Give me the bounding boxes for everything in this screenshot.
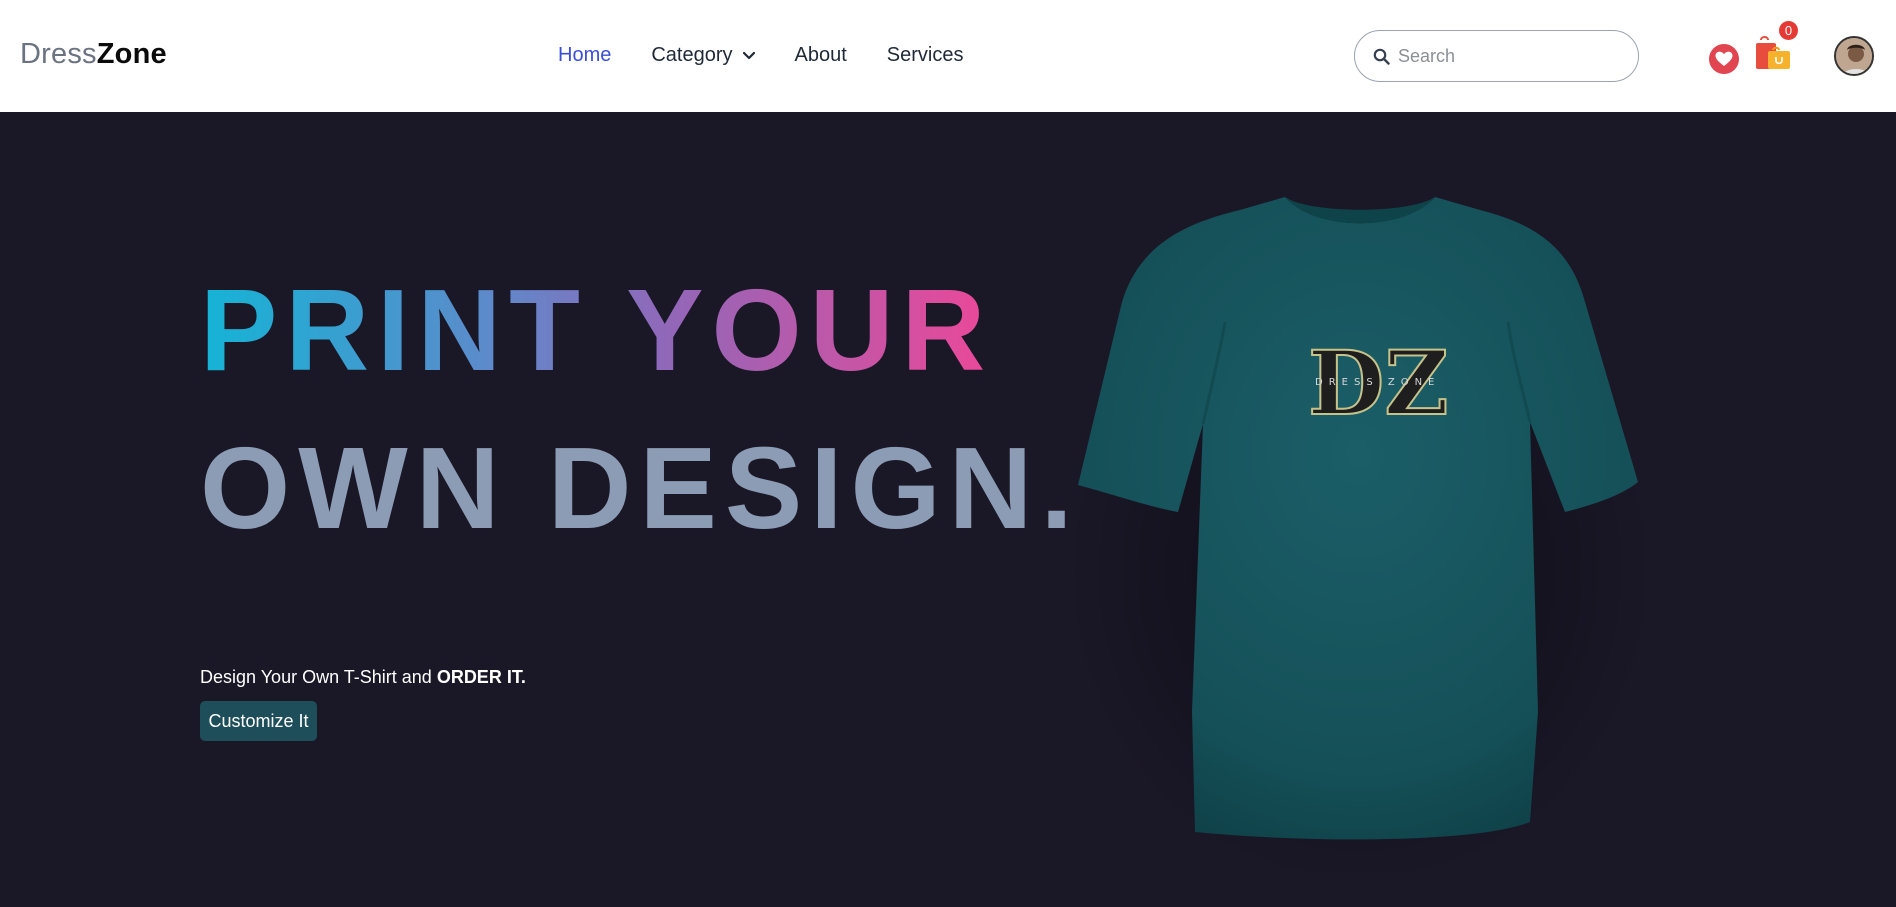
nav-about-label: About bbox=[794, 44, 847, 66]
shopping-bag-icon bbox=[1756, 36, 1790, 69]
nav-category-label: Category bbox=[651, 44, 733, 66]
nav-about[interactable]: About bbox=[795, 44, 847, 67]
nav-home[interactable]: Home bbox=[558, 44, 611, 67]
tshirt-image: DZ DRESS ZONE bbox=[1060, 197, 1660, 872]
hero-tagline: Design Your Own T-Shirt and ORDER IT. bbox=[200, 667, 526, 688]
customize-button[interactable]: Customize It bbox=[200, 701, 317, 741]
shirt-logo-subtext: DRESS ZONE bbox=[1315, 377, 1440, 388]
top-navbar: DressZone Home Category About Services S… bbox=[0, 0, 1896, 112]
search-icon bbox=[1373, 48, 1390, 65]
brand-logo[interactable]: DressZone bbox=[20, 38, 167, 71]
logo-light-text: Dress bbox=[20, 38, 97, 70]
chevron-down-icon bbox=[742, 51, 755, 59]
heart-icon bbox=[1715, 51, 1733, 66]
nav-services[interactable]: Services bbox=[887, 44, 964, 67]
logo-bold-text: Zone bbox=[96, 38, 167, 70]
search-box[interactable] bbox=[1354, 30, 1639, 82]
nav-home-label: Home bbox=[558, 44, 612, 66]
hero-headline-line1: PRINT YOUR bbox=[200, 265, 994, 395]
tagline-emphasis: ORDER IT. bbox=[436, 667, 526, 687]
main-nav: Home Category About Services bbox=[558, 44, 1003, 67]
user-avatar-image bbox=[1836, 38, 1872, 74]
nav-services-label: Services bbox=[886, 44, 964, 66]
tagline-text: Design Your Own T-Shirt and bbox=[200, 667, 437, 687]
nav-category[interactable]: Category bbox=[651, 44, 755, 67]
cart-count-badge: 0 bbox=[1779, 21, 1798, 40]
avatar[interactable] bbox=[1834, 36, 1874, 76]
hero-banner: PRINT YOUR OWN DESIGN. Design Your Own T… bbox=[0, 112, 1896, 907]
cart-button[interactable] bbox=[1754, 36, 1794, 76]
search-input[interactable] bbox=[1398, 45, 1618, 67]
wishlist-button[interactable] bbox=[1709, 44, 1739, 74]
hero-headline-line2: OWN DESIGN. bbox=[200, 423, 1081, 553]
